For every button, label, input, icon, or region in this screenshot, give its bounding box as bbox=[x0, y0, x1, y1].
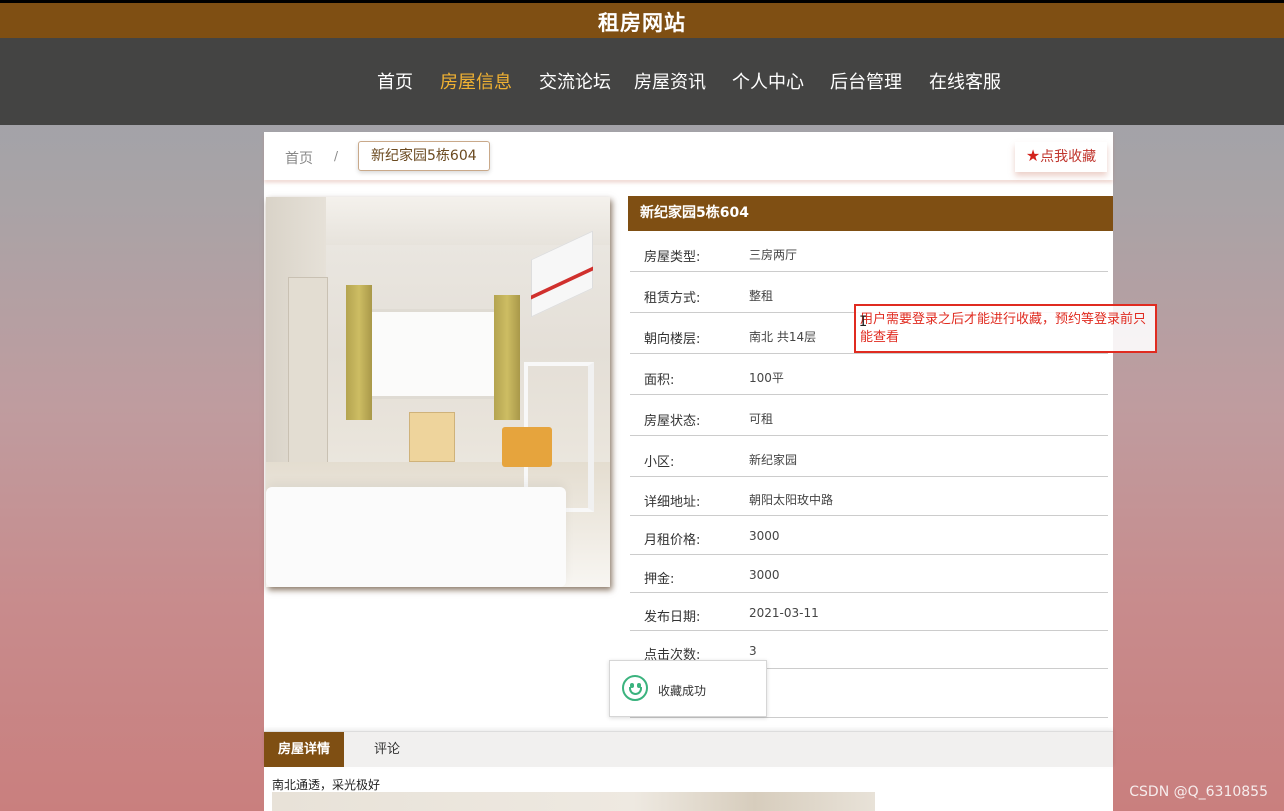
house-detail-panel: 首页 / 新纪家园5栋604 ★点我收藏 新纪家园5栋604 房屋类型: 三房两… bbox=[264, 132, 1113, 811]
nav-item-support[interactable]: 在线客服 bbox=[929, 68, 1001, 94]
toast-message: 收藏成功 bbox=[658, 684, 707, 698]
favorite-label: 点我收藏 bbox=[1040, 149, 1097, 165]
info-value: 新纪家园 bbox=[749, 453, 798, 467]
info-row: 小区: 新纪家园 bbox=[630, 436, 1108, 477]
info-row: 房屋类型: 三房两厅 bbox=[630, 231, 1108, 272]
nav-item-forum[interactable]: 交流论坛 bbox=[539, 68, 611, 94]
breadcrumb-separator: / bbox=[334, 149, 339, 163]
breadcrumb-current: 新纪家园5栋604 bbox=[358, 141, 490, 171]
main-nav: 首页 房屋信息 交流论坛 房屋资讯 个人中心 后台管理 在线客服 bbox=[0, 38, 1284, 125]
info-value: 3000 bbox=[749, 529, 780, 543]
info-value: 可租 bbox=[749, 412, 774, 426]
info-label: 面积: bbox=[644, 373, 675, 388]
info-label: 发布日期: bbox=[644, 610, 701, 625]
info-label: 押金: bbox=[644, 572, 675, 587]
info-label: 详细地址: bbox=[644, 495, 701, 510]
tab-comments[interactable]: 评论 bbox=[359, 732, 415, 767]
info-label: 朝向楼层: bbox=[644, 332, 701, 347]
nav-item-home[interactable]: 首页 bbox=[377, 68, 413, 94]
breadcrumb-home[interactable]: 首页 bbox=[285, 148, 313, 168]
info-value: 3000 bbox=[749, 568, 780, 582]
detail-description: 南北通透，采光极好 bbox=[272, 778, 381, 792]
info-row: 详细地址: 朝阳太阳玫中路 bbox=[630, 477, 1108, 516]
info-value: 2021-03-11 bbox=[749, 606, 819, 620]
text-cursor-icon: I bbox=[859, 314, 868, 330]
nav-item-news[interactable]: 房屋资讯 bbox=[634, 68, 706, 94]
smile-icon bbox=[622, 675, 648, 701]
info-row: 发布日期: 2021-03-11 bbox=[630, 593, 1108, 631]
tab-house-detail[interactable]: 房屋详情 bbox=[264, 732, 344, 767]
info-row: 月租价格: 3000 bbox=[630, 516, 1108, 555]
info-value: 整租 bbox=[749, 289, 774, 303]
info-row: 房屋状态: 可租 bbox=[630, 395, 1108, 436]
detail-tabs: 房屋详情 评论 bbox=[264, 731, 1113, 767]
watermark: CSDN @Q_6310855 bbox=[1129, 784, 1268, 800]
info-value: 三房两厅 bbox=[749, 248, 798, 262]
info-row: 面积: 100平 bbox=[630, 354, 1108, 395]
site-header: 租房网站 bbox=[0, 0, 1284, 38]
breadcrumb: 首页 / 新纪家园5栋604 ★点我收藏 bbox=[264, 132, 1113, 180]
info-label: 房屋类型: bbox=[644, 250, 701, 265]
house-title: 新纪家园5栋604 bbox=[628, 196, 1113, 231]
nav-item-admin[interactable]: 后台管理 bbox=[830, 68, 902, 94]
nav-item-house-info[interactable]: 房屋信息 bbox=[440, 68, 512, 94]
house-photo bbox=[266, 197, 610, 587]
site-title: 租房网站 bbox=[598, 11, 686, 35]
info-label: 房屋状态: bbox=[644, 414, 701, 429]
info-label: 小区: bbox=[644, 455, 675, 470]
favorite-button[interactable]: ★点我收藏 bbox=[1015, 142, 1107, 172]
info-label: 月租价格: bbox=[644, 533, 701, 548]
detail-image bbox=[272, 792, 875, 811]
info-row: 押金: 3000 bbox=[630, 555, 1108, 593]
annotation-box: 用户需要登录之后才能进行收藏，预约等登录前只能查看 bbox=[854, 304, 1157, 353]
info-label: 租赁方式: bbox=[644, 291, 701, 306]
star-icon: ★ bbox=[1025, 146, 1041, 165]
info-value: 朝阳太阳玫中路 bbox=[749, 493, 834, 507]
info-value: 3 bbox=[749, 644, 757, 658]
info-value: 100平 bbox=[749, 371, 784, 385]
toast-notification: 收藏成功 bbox=[609, 660, 767, 717]
info-value: 南北 共14层 bbox=[749, 330, 817, 344]
nav-item-user-center[interactable]: 个人中心 bbox=[732, 68, 804, 94]
